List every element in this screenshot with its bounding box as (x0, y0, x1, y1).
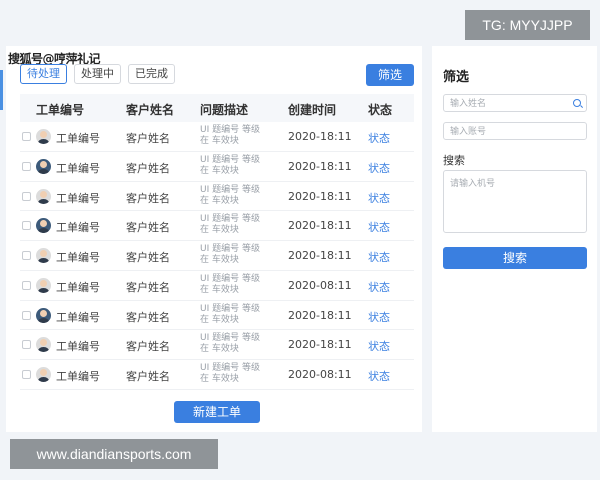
site-watermark: www.diandiansports.com (10, 439, 218, 469)
search-button[interactable]: 搜索 (443, 247, 587, 269)
issue-desc: UI 题编号 等级 在 车效块 (200, 154, 260, 176)
ticket-id: 工单编号 (56, 191, 100, 205)
status-tabs: 待处理 处理中 已完成 (20, 64, 175, 84)
filter-panel-title: 筛选 (443, 70, 470, 85)
created-time: 2020-18:11 (288, 308, 352, 322)
created-time: 2020-18:11 (288, 249, 352, 262)
created-time: 2020-18:11 (288, 219, 352, 233)
ticket-id: 工单编号 (56, 310, 100, 324)
customer-name: 客户姓名 (126, 132, 170, 145)
ticket-id: 工单编号 (56, 280, 100, 294)
customer-name: 客户姓名 (126, 161, 170, 175)
tab-pending[interactable]: 待处理 (20, 64, 67, 84)
table-row[interactable]: 工单编号 客户姓名 UI 题编号 等级 在 车效块 2020-08:11 状态 (20, 360, 414, 390)
tg-watermark: TG: MYYJJPP (465, 10, 590, 40)
status-link[interactable]: 状态 (368, 219, 390, 235)
avatar (36, 277, 51, 293)
customer-name: 客户姓名 (126, 221, 170, 235)
status-link[interactable]: 状态 (368, 190, 390, 206)
created-time: 2020-18:11 (288, 130, 352, 143)
table-row[interactable]: 工单编号 客户姓名 UI 题编号 等级 在 车效块 2020-08:11 状态 (20, 271, 414, 301)
ticket-id: 工单编号 (56, 340, 100, 354)
table-header: 工单编号 客户姓名 问题描述 创建时间 状态 (20, 94, 414, 122)
table-row[interactable]: 工单编号 客户姓名 UI 题编号 等级 在 车效块 2020-18:11 状态 (20, 301, 414, 331)
avatar (36, 367, 51, 382)
search-label: 搜索 (443, 154, 465, 167)
avatar (36, 158, 51, 174)
avatar (36, 218, 51, 234)
customer-name: 客户姓名 (126, 310, 170, 324)
tab-completed[interactable]: 已完成 (128, 64, 175, 84)
checkbox-icon[interactable] (22, 280, 31, 290)
ticket-id: 工单编号 (56, 161, 100, 175)
status-link[interactable]: 状态 (368, 368, 390, 384)
avatar (36, 188, 51, 204)
checkbox-icon[interactable] (22, 370, 31, 379)
issue-desc: UI 题编号 等级 在 车效块 (200, 125, 260, 146)
header-customer-name: 客户姓名 (126, 103, 175, 117)
avatar (36, 248, 51, 263)
status-link[interactable]: 状态 (368, 130, 390, 146)
customer-name: 客户姓名 (126, 191, 170, 205)
ticket-id: 工单编号 (56, 132, 100, 145)
checkbox-icon[interactable] (22, 310, 31, 320)
status-link[interactable]: 状态 (368, 309, 390, 325)
search-icon[interactable] (573, 99, 581, 107)
table-row[interactable]: 工单编号 客户姓名 UI 题编号 等级 在 车效块 2020-18:11 状态 (20, 330, 414, 360)
new-ticket-button[interactable]: 新建工单 (174, 401, 260, 423)
ticket-id: 工单编号 (56, 370, 100, 383)
issue-desc: UI 题编号 等级 在 车效块 (200, 184, 260, 206)
header-status: 状态 (368, 103, 393, 117)
created-time: 2020-08:11 (288, 278, 352, 292)
customer-name: 客户姓名 (126, 280, 170, 294)
table-row[interactable]: 工单编号 客户姓名 UI 题编号 等级 在 车效块 2020-18:11 状态 (20, 211, 414, 241)
header-issue-desc: 问题描述 (200, 103, 249, 117)
customer-name: 客户姓名 (126, 340, 170, 354)
checkbox-icon[interactable] (22, 132, 31, 141)
issue-desc: UI 题编号 等级 在 车效块 (200, 363, 260, 384)
name-input[interactable] (443, 94, 587, 112)
issue-desc: UI 题编号 等级 在 车效块 (200, 244, 260, 265)
ticket-id: 工单编号 (56, 251, 100, 264)
customer-name: 客户姓名 (126, 370, 170, 383)
status-link[interactable]: 状态 (368, 160, 390, 176)
checkbox-icon[interactable] (22, 340, 31, 350)
created-time: 2020-18:11 (288, 189, 352, 203)
checkbox-icon[interactable] (22, 251, 31, 260)
customer-name: 客户姓名 (126, 251, 170, 264)
table-row[interactable]: 工单编号 客户姓名 UI 题编号 等级 在 车效块 2020-18:11 状态 (20, 241, 414, 271)
avatar (36, 337, 51, 353)
issue-desc: UI 题编号 等级 在 车效块 (200, 273, 260, 295)
table-row[interactable]: 工单编号 客户姓名 UI 题编号 等级 在 车效块 2020-18:11 状态 (20, 182, 414, 212)
left-edge-accent (0, 70, 3, 110)
table-row[interactable]: 工单编号 客户姓名 UI 题编号 等级 在 车效块 2020-18:11 状态 (20, 152, 414, 182)
avatar (36, 129, 51, 144)
issue-desc: UI 题编号 等级 在 车效块 (200, 333, 260, 355)
table-body: 工单编号 客户姓名 UI 题编号 等级 在 车效块 2020-18:11 状态 工单编号客… (20, 122, 414, 390)
phone-textarea[interactable] (443, 170, 587, 233)
header-ticket-id: 工单编号 (36, 103, 85, 117)
filter-button[interactable]: 筛选 (366, 64, 414, 86)
status-link[interactable]: 状态 (368, 249, 390, 265)
header-created-time: 创建时间 (288, 103, 337, 117)
issue-desc: UI 题编号 等级 在 车效块 (200, 214, 260, 236)
account-input[interactable] (443, 122, 587, 140)
tab-in-progress[interactable]: 处理中 (74, 64, 121, 84)
issue-desc: UI 题编号 等级 在 车效块 (200, 303, 260, 325)
created-time: 2020-08:11 (288, 368, 352, 381)
status-link[interactable]: 状态 (368, 338, 390, 354)
ticket-id: 工单编号 (56, 221, 100, 235)
table-row[interactable]: 工单编号 客户姓名 UI 题编号 等级 在 车效块 2020-18:11 状态 (20, 122, 414, 152)
status-link[interactable]: 状态 (368, 279, 390, 295)
avatar (36, 307, 51, 323)
created-time: 2020-18:11 (288, 159, 352, 173)
checkbox-icon[interactable] (22, 221, 31, 231)
checkbox-icon[interactable] (22, 191, 31, 201)
created-time: 2020-18:11 (288, 338, 352, 352)
checkbox-icon[interactable] (22, 161, 31, 171)
